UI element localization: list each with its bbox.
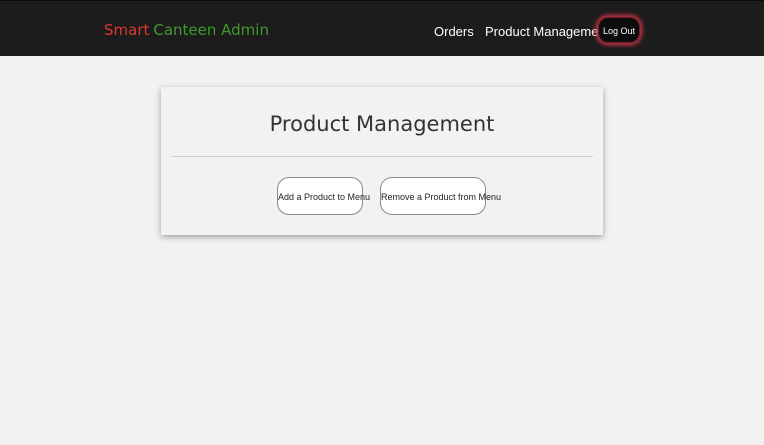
- nav-orders-link[interactable]: Orders: [434, 24, 474, 40]
- brand-logo[interactable]: Smart Canteen Admin: [104, 21, 269, 39]
- top-navbar: Smart Canteen Admin Orders Product Manage…: [0, 0, 764, 56]
- logout-button[interactable]: Log Out: [598, 17, 640, 43]
- page-title: Product Management: [269, 112, 495, 136]
- divider: [171, 156, 593, 157]
- add-product-button[interactable]: Add a Product to Menu: [277, 177, 370, 215]
- brand-smart: Smart: [104, 21, 150, 39]
- product-management-card: Product Management Add a Product to Menu…: [161, 87, 603, 235]
- remove-product-button[interactable]: Remove a Product from Menu: [380, 177, 501, 215]
- brand-canteen-admin: Canteen Admin: [153, 21, 269, 39]
- nav-product-management-link[interactable]: Product Management: [485, 24, 609, 40]
